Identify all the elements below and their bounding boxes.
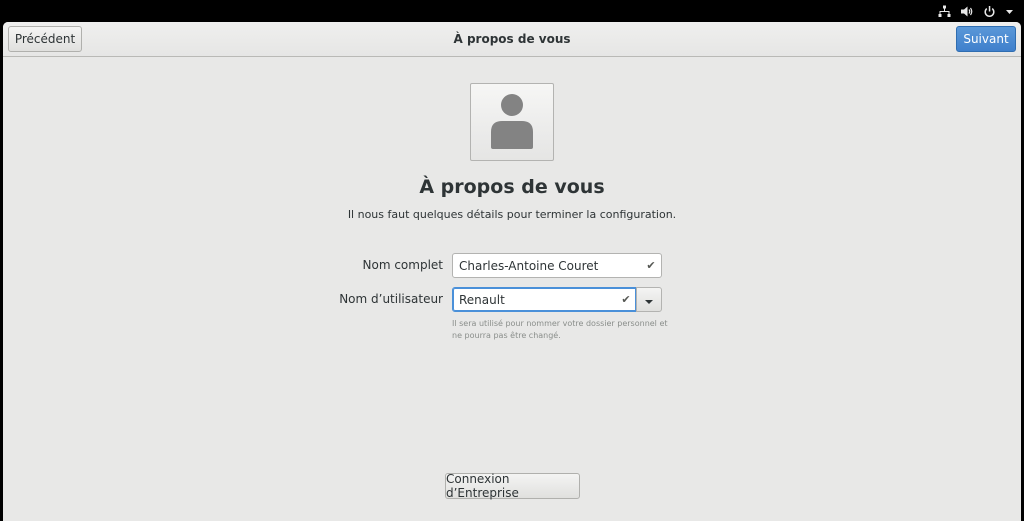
username-hint: Il sera utilisé pour nommer votre dossie… [452, 319, 668, 340]
chevron-down-icon [1005, 5, 1014, 18]
check-icon: ✔ [621, 293, 631, 306]
setup-window: Précédent À propos de vous Suivant À pro… [3, 22, 1021, 521]
status-area[interactable] [938, 3, 1014, 19]
enterprise-login-button[interactable]: Connexion d’Entreprise [445, 472, 580, 500]
page-title: À propos de vous [419, 176, 605, 198]
power-icon [983, 5, 996, 18]
volume-icon [960, 5, 974, 18]
fullname-field[interactable]: Charles-Antoine Couret ✔ [452, 253, 662, 278]
header-bar: Précédent À propos de vous Suivant [3, 22, 1021, 57]
dropdown-arrow-icon [644, 290, 654, 309]
username-field[interactable]: Renault ✔ [452, 287, 637, 312]
username-dropdown-button[interactable] [636, 287, 662, 312]
fullname-value: Charles-Antoine Couret [459, 258, 599, 273]
user-avatar-icon [488, 90, 536, 154]
fullname-label: Nom complet [362, 258, 444, 272]
header-title: À propos de vous [453, 32, 571, 46]
page-subtitle: Il nous faut quelques détails pour termi… [347, 208, 677, 221]
avatar-button[interactable] [470, 83, 554, 161]
check-icon: ✔ [646, 259, 656, 272]
username-label: Nom d’utilisateur [339, 292, 443, 306]
username-value: Renault [459, 292, 505, 307]
next-button[interactable]: Suivant [956, 26, 1016, 52]
top-bar [0, 0, 1024, 22]
network-wired-icon [938, 5, 951, 18]
